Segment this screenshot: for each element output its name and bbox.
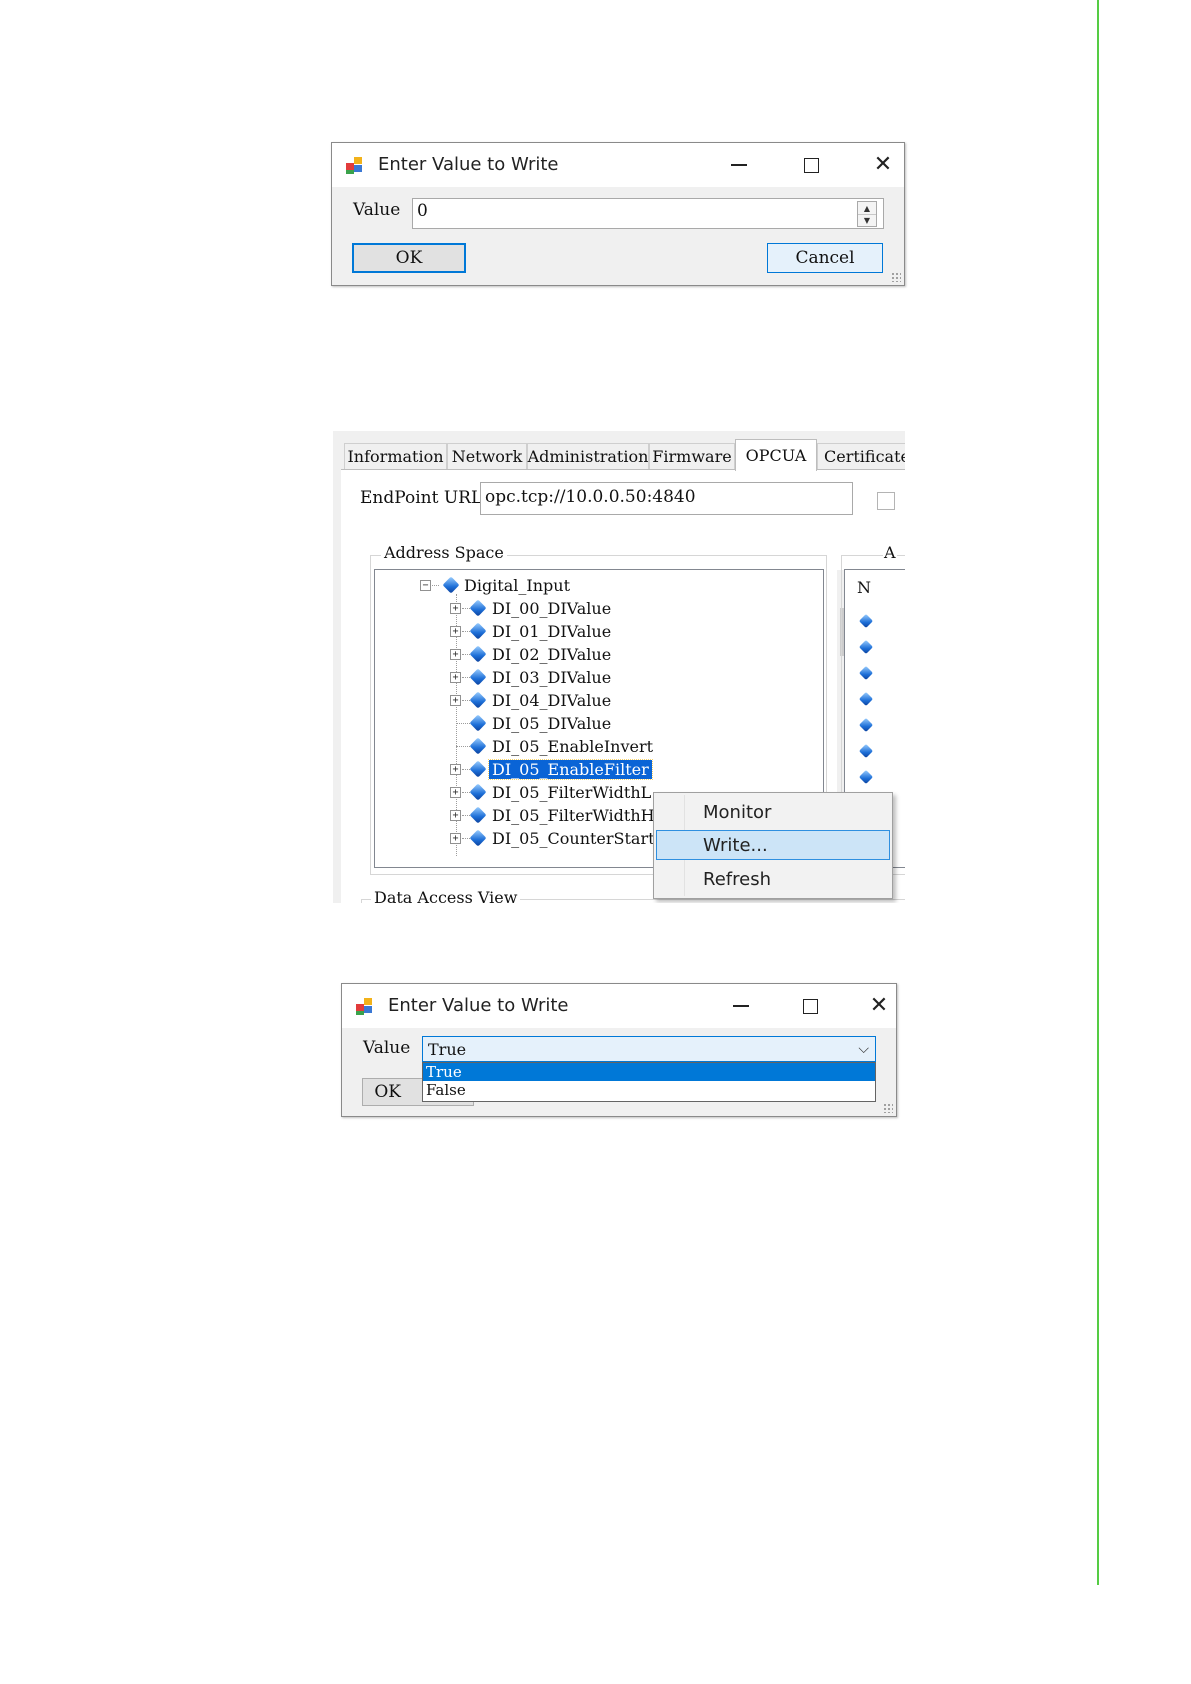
- maximize-button[interactable]: [792, 151, 830, 179]
- node-variable-icon: [469, 622, 487, 640]
- close-icon: ✕: [873, 152, 893, 177]
- node-variable-icon: [469, 645, 487, 663]
- opcua-tab-content: EndPoint URL: opc.tcp://10.0.0.50:4840 A…: [341, 469, 905, 903]
- tree-node[interactable]: DI_00_DIValue: [489, 597, 614, 620]
- ok-button[interactable]: OK: [352, 243, 466, 273]
- close-icon: ✕: [869, 993, 889, 1018]
- value-label: Value: [363, 1038, 411, 1058]
- resize-grip[interactable]: [883, 1103, 893, 1113]
- node-variable-icon: [858, 743, 874, 759]
- tab-information[interactable]: Information: [344, 443, 447, 469]
- opcua-configuration-panel: Information Network Administration Firmw…: [333, 431, 905, 903]
- value-label: Value: [353, 200, 401, 220]
- node-variable-icon: [469, 783, 487, 801]
- expand-icon[interactable]: +: [450, 603, 461, 614]
- tree-node[interactable]: DI_05_DIValue: [489, 712, 614, 735]
- tab-administration[interactable]: Administration: [527, 443, 649, 469]
- maximize-icon: [803, 157, 819, 173]
- node-variable-icon: [469, 737, 487, 755]
- write-value-dialog: Enter Value to Write ✕ Value 0 ▲ ▼ OK Ca…: [331, 142, 905, 286]
- node-variable-icon: [858, 769, 874, 785]
- app-window-icon: [346, 157, 366, 175]
- minimize-button[interactable]: [722, 992, 760, 1020]
- dialog-title-bar[interactable]: Enter Value to Write ✕: [342, 984, 896, 1028]
- expand-icon[interactable]: +: [450, 764, 461, 775]
- node-variable-icon: [469, 806, 487, 824]
- endpoint-checkbox[interactable]: [877, 492, 895, 510]
- value-spinner[interactable]: ▲ ▼: [857, 201, 877, 227]
- menu-item-monitor[interactable]: Monitor: [656, 797, 890, 827]
- expand-icon[interactable]: +: [450, 810, 461, 821]
- minimize-icon: [733, 1005, 749, 1007]
- tree-node[interactable]: DI_05_EnableInvert: [489, 735, 656, 758]
- menu-item-refresh[interactable]: Refresh: [656, 864, 890, 894]
- value-input[interactable]: 0: [412, 198, 884, 229]
- address-space-label: Address Space: [381, 543, 507, 562]
- tab-firmware[interactable]: Firmware: [649, 443, 735, 469]
- tree-node[interactable]: DI_05_FilterWidthL: [489, 781, 654, 804]
- minimize-icon: [731, 164, 747, 166]
- tree-node-selected[interactable]: DI_05_EnableFilter: [488, 758, 653, 781]
- endpoint-url-input[interactable]: opc.tcp://10.0.0.50:4840: [480, 482, 853, 515]
- tab-certificate[interactable]: Certificate: [817, 443, 905, 469]
- node-variable-icon: [858, 665, 874, 681]
- write-boolean-dialog: Enter Value to Write ✕ Value OK True ⌵ T…: [341, 983, 897, 1117]
- dialog-title: Enter Value to Write: [378, 154, 559, 175]
- page-side-rule: [1097, 0, 1099, 1585]
- resize-grip[interactable]: [891, 272, 901, 282]
- node-variable-icon: [858, 717, 874, 733]
- tree-node-digital-input[interactable]: Digital_Input: [461, 574, 573, 597]
- expand-icon[interactable]: +: [450, 695, 461, 706]
- maximize-icon: [802, 998, 818, 1014]
- spin-down-icon[interactable]: ▼: [858, 214, 876, 226]
- endpoint-label: EndPoint URL:: [360, 488, 488, 508]
- chevron-down-icon[interactable]: ⌵: [858, 1041, 869, 1057]
- dropdown-option-true[interactable]: True: [423, 1063, 875, 1081]
- cancel-button[interactable]: Cancel: [767, 243, 883, 273]
- tab-network[interactable]: Network: [447, 443, 527, 469]
- node-variable-icon: [469, 829, 487, 847]
- data-access-view-label: Data Access View: [371, 888, 521, 903]
- node-variable-icon: [858, 639, 874, 655]
- expand-icon[interactable]: +: [450, 787, 461, 798]
- minimize-button[interactable]: [720, 151, 758, 179]
- tree-node[interactable]: DI_05_CounterStart: [489, 827, 658, 850]
- attributes-group-label: A: [883, 543, 897, 562]
- node-variable-icon: [469, 714, 487, 732]
- node-variable-icon: [469, 760, 487, 778]
- node-folder-icon: [442, 576, 460, 594]
- spin-up-icon[interactable]: ▲: [858, 202, 876, 214]
- dropdown-option-false[interactable]: False: [423, 1081, 875, 1099]
- attributes-column-header: N: [857, 578, 871, 597]
- tree-node[interactable]: DI_03_DIValue: [489, 666, 614, 689]
- expand-icon[interactable]: +: [450, 833, 461, 844]
- node-variable-icon: [469, 599, 487, 617]
- value-combobox[interactable]: True ⌵: [422, 1036, 876, 1062]
- expand-icon[interactable]: +: [450, 649, 461, 660]
- close-button[interactable]: ✕: [860, 992, 898, 1020]
- tree-context-menu: Monitor Write... Refresh: [653, 792, 893, 899]
- node-variable-icon: [469, 668, 487, 686]
- tab-opcua[interactable]: OPCUA: [735, 439, 817, 471]
- maximize-button[interactable]: [791, 992, 829, 1020]
- menu-item-write[interactable]: Write...: [656, 830, 890, 860]
- close-button[interactable]: ✕: [864, 151, 902, 179]
- node-variable-icon: [469, 691, 487, 709]
- collapse-icon[interactable]: −: [420, 580, 431, 591]
- expand-icon[interactable]: +: [450, 672, 461, 683]
- node-variable-icon: [858, 613, 874, 629]
- app-window-icon: [356, 998, 376, 1016]
- expand-icon[interactable]: +: [450, 626, 461, 637]
- tree-node[interactable]: DI_02_DIValue: [489, 643, 614, 666]
- tree-node[interactable]: DI_04_DIValue: [489, 689, 614, 712]
- tree-node[interactable]: DI_05_FilterWidthH: [489, 804, 658, 827]
- node-variable-icon: [858, 691, 874, 707]
- value-dropdown-list: True False: [422, 1062, 876, 1102]
- dialog-title-bar[interactable]: Enter Value to Write ✕: [332, 143, 904, 187]
- tree-node[interactable]: DI_01_DIValue: [489, 620, 614, 643]
- dialog-title: Enter Value to Write: [388, 995, 569, 1016]
